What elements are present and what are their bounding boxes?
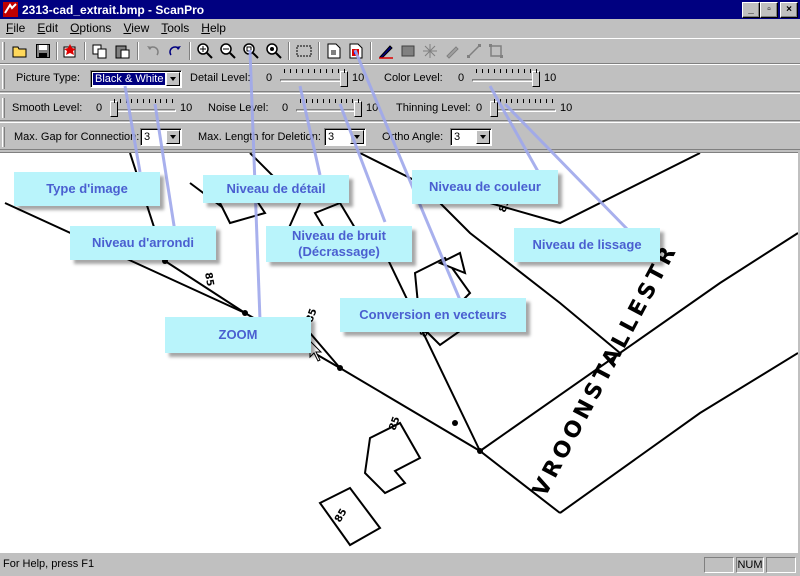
max-length-label: Max. Length for Deletion: [198,131,321,143]
copy-icon[interactable] [90,42,110,60]
max-gap-select[interactable]: 3 [140,128,182,146]
callout-conversion-vecteurs: Conversion en vecteurs [340,298,526,332]
vectorize-icon[interactable] [346,42,366,60]
callout-niveau-bruit-line2: (Décrassage) [298,244,380,259]
callout-type-image: Type d'image [14,172,160,206]
open-folder-icon[interactable] [10,42,30,60]
chevron-down-icon[interactable] [166,130,180,144]
smooth-level-label: Smooth Level: [12,102,83,114]
detail-max-label: 10 [352,72,365,84]
toolbar-grip[interactable] [2,42,5,60]
raster-page-icon[interactable] [324,42,344,60]
parcel-number: 85 [202,272,215,288]
cadastral-map-image: VROONSTALLESTR 85 85 85 85 85 85 [4,153,798,547]
zoom-in-icon[interactable] [195,42,215,60]
menu-options[interactable]: Options [64,19,117,37]
callout-niveau-lissage: Niveau de lissage [514,228,660,262]
color-level-slider[interactable] [472,67,540,89]
title-bar: 2313-cad_extrait.bmp - ScanPro _ ▫ × [0,0,800,19]
zoom-window-icon[interactable] [241,42,261,60]
thinning-level-label: Thinning Level: [396,102,471,114]
chevron-down-icon[interactable] [166,72,180,86]
select-rectangle-icon[interactable] [294,42,314,60]
callout-niveau-detail: Niveau de détail [203,175,349,203]
slider-thumb[interactable] [490,101,498,117]
detail-min-label: 0 [266,72,273,84]
thinning-min-label: 0 [476,102,483,114]
slider-thumb[interactable] [340,71,348,87]
options-bar-2-grip[interactable] [2,98,5,118]
options-bar-1: Picture Type: Black & White Detail Level… [0,64,800,92]
menu-view[interactable]: View [117,19,155,37]
frame-tool-icon[interactable] [486,42,506,60]
slider-thumb[interactable] [532,71,540,87]
scan-icon[interactable] [60,42,80,60]
noise-min-label: 0 [282,102,289,114]
detail-level-slider[interactable] [280,67,348,89]
close-button[interactable]: × [780,2,798,18]
ortho-angle-select[interactable]: 3 [450,128,492,146]
status-bar: For Help, press F1 NUM [0,554,800,576]
slider-thumb[interactable] [110,101,118,117]
paste-icon[interactable] [113,42,133,60]
maximize-button[interactable]: ▫ [760,2,778,18]
minimize-button[interactable]: _ [742,2,760,18]
ortho-angle-label: Ortho Angle: [382,131,444,143]
redo-icon[interactable] [165,42,185,60]
fill-rectangle-icon[interactable] [398,42,418,60]
status-help-text: For Help, press F1 [3,558,95,570]
main-toolbar [0,38,800,64]
callout-zoom: ZOOM [165,317,311,353]
thinning-max-label: 10 [560,102,573,114]
pencil-icon[interactable] [442,42,462,60]
smooth-level-slider[interactable] [110,97,176,119]
thinning-level-slider[interactable] [490,97,556,119]
noise-level-label: Noise Level: [208,102,269,114]
zoom-fit-icon[interactable] [264,42,284,60]
detail-level-label: Detail Level: [190,72,251,84]
picture-type-label: Picture Type: [16,72,80,84]
smooth-min-label: 0 [96,102,103,114]
options-bar-1-grip[interactable] [2,69,5,89]
window-title: 2313-cad_extrait.bmp - ScanPro [22,3,205,17]
slider-thumb[interactable] [354,101,362,117]
menu-tools[interactable]: Tools [155,19,195,37]
options-bar-3-grip[interactable] [2,127,5,147]
scanpro-app-icon[interactable] [3,2,18,17]
status-panel-scroll [766,557,796,573]
color-max-label: 10 [544,72,557,84]
status-panel-num: NUM [736,557,764,573]
callout-niveau-arrondi: Niveau d'arrondi [70,226,216,260]
callout-niveau-couleur: Niveau de couleur [412,170,558,204]
erase-spot-icon[interactable] [420,42,440,60]
zoom-out-icon[interactable] [218,42,238,60]
callout-niveau-bruit: Niveau de bruit (Décrassage) [266,226,412,262]
noise-max-label: 10 [366,102,379,114]
pen-draw-icon[interactable] [376,42,396,60]
status-panel-caps [704,557,734,573]
menu-edit[interactable]: Edit [31,19,64,37]
street-name-label: VROONSTALLESTR [528,239,683,500]
max-gap-label: Max. Gap for Connection: [14,131,140,143]
line-tool-icon[interactable] [464,42,484,60]
chevron-down-icon[interactable] [476,130,490,144]
smooth-max-label: 10 [180,102,193,114]
chevron-down-icon[interactable] [350,130,364,144]
menu-help[interactable]: Help [195,19,232,37]
callout-niveau-bruit-line1: Niveau de bruit [292,228,386,243]
save-disk-icon[interactable] [33,42,53,60]
drawing-canvas[interactable]: VROONSTALLESTR 85 85 85 85 85 85 [0,152,798,553]
options-bar-3: Max. Gap for Connection: 3 Max. Length f… [0,122,800,150]
undo-icon[interactable] [143,42,163,60]
max-length-select[interactable]: 3 [324,128,366,146]
color-min-label: 0 [458,72,465,84]
color-level-label: Color Level: [384,72,443,84]
options-bar-2: Smooth Level: 0 10 Noise Level: 0 10 Thi… [0,93,800,121]
menu-bar: File Edit Options View Tools Help [0,19,800,37]
menu-file[interactable]: File [0,19,31,37]
picture-type-select[interactable]: Black & White [90,70,182,88]
noise-level-slider[interactable] [296,97,362,119]
